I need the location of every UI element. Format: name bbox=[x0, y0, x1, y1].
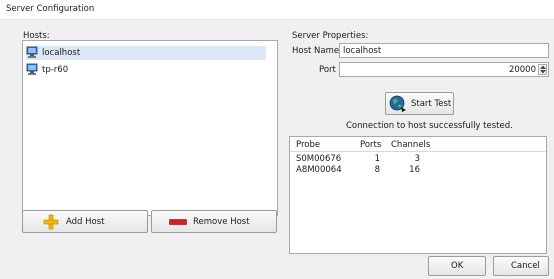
server-properties-label: Server Properties: bbox=[292, 31, 369, 41]
probe-cell: S0M00676 bbox=[296, 154, 342, 164]
port-value: 20000 bbox=[508, 65, 536, 75]
port-label: Port bbox=[319, 65, 336, 75]
cancel-label: Cancel bbox=[511, 261, 540, 271]
server-configuration-dialog: Hosts: localhost tp-r60 Add Host Remove … bbox=[0, 20, 554, 279]
globe-icon bbox=[389, 95, 406, 112]
computer-icon bbox=[26, 46, 38, 58]
port-stepper[interactable]: 20000 bbox=[339, 62, 549, 77]
column-header-probe: Probe bbox=[296, 140, 321, 150]
minus-icon bbox=[169, 219, 187, 225]
start-test-button[interactable]: Start Test bbox=[385, 92, 454, 115]
ports-cell: 8 bbox=[374, 165, 380, 175]
table-row[interactable]: S0M00676 1 3 bbox=[290, 154, 546, 165]
plus-icon bbox=[43, 214, 59, 230]
start-test-label: Start Test bbox=[411, 99, 452, 109]
add-host-button[interactable]: Add Host bbox=[22, 210, 148, 233]
host-item[interactable]: tp-r60 bbox=[26, 63, 266, 77]
host-name-value: localhost bbox=[343, 46, 382, 56]
computer-icon bbox=[26, 63, 38, 75]
remove-host-label: Remove Host bbox=[193, 217, 250, 227]
channels-cell: 16 bbox=[409, 165, 420, 175]
column-header-ports: Ports bbox=[360, 140, 382, 150]
host-name: localhost bbox=[42, 48, 81, 58]
column-header-channels: Channels bbox=[391, 140, 431, 150]
header-divider bbox=[290, 151, 546, 152]
ok-button[interactable]: OK bbox=[428, 256, 486, 276]
chevron-up-icon[interactable] bbox=[540, 65, 546, 69]
ok-label: OK bbox=[451, 261, 464, 271]
chevron-down-icon[interactable] bbox=[540, 70, 546, 74]
channels-cell: 3 bbox=[414, 154, 420, 164]
status-text: Connection to host successfully tested. bbox=[346, 121, 513, 131]
host-name-field[interactable]: localhost bbox=[339, 43, 549, 58]
host-item[interactable]: localhost bbox=[26, 46, 266, 60]
add-host-label: Add Host bbox=[66, 217, 105, 227]
host-name-label: Host Name bbox=[292, 46, 340, 56]
port-spin-buttons[interactable] bbox=[538, 64, 547, 75]
remove-host-button[interactable]: Remove Host bbox=[151, 210, 277, 233]
host-name: tp-r60 bbox=[42, 65, 69, 75]
table-row[interactable]: A8M00064 8 16 bbox=[290, 165, 546, 176]
title-bar: Server Configuration bbox=[0, 0, 554, 20]
probe-table[interactable]: Probe Ports Channels S0M00676 1 3 A8M000… bbox=[289, 136, 547, 254]
window-title: Server Configuration bbox=[6, 4, 95, 14]
ports-cell: 1 bbox=[374, 154, 380, 164]
cancel-button[interactable]: Cancel bbox=[493, 256, 549, 276]
hosts-list[interactable]: localhost tp-r60 bbox=[22, 40, 278, 216]
probe-cell: A8M00064 bbox=[296, 165, 342, 175]
